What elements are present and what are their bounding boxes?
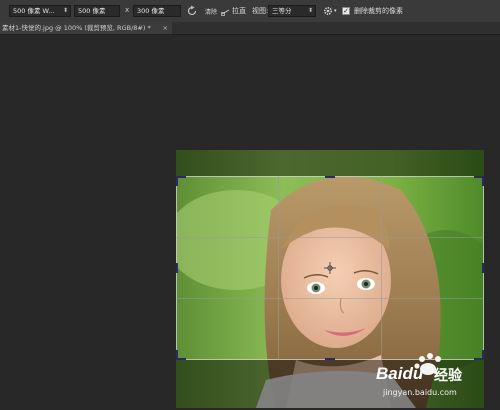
document-tab[interactable]: 素材1-快觉的.jpg @ 100% (裁剪预览, RGB/8#) * × — [0, 22, 172, 34]
view-label: 视图: — [252, 7, 269, 15]
dimension-separator: x — [125, 6, 130, 14]
rotate-icon[interactable] — [186, 5, 198, 17]
chevron-down-icon: ⬍ — [307, 7, 313, 14]
crop-options-bar: 500 像素 W... ⬍ 500 像素 x 300 像素 清除 拉直 视图: … — [0, 0, 500, 23]
crop-shield-top — [176, 150, 484, 176]
close-icon[interactable]: × — [163, 22, 168, 34]
straighten-label[interactable]: 拉直 — [232, 6, 246, 16]
delete-cropped-checkbox[interactable]: ✓ — [342, 7, 350, 15]
baidu-brand: Baidu — [376, 364, 424, 383]
crop-width-input[interactable]: 500 像素 — [74, 5, 120, 17]
delete-cropped-label: 删除裁剪的像素 — [354, 7, 403, 15]
document-tab-bar: 素材1-快觉的.jpg @ 100% (裁剪预览, RGB/8#) * × — [0, 22, 500, 35]
baidu-watermark: Baidu 经验 jingyan.baidu.com — [356, 352, 500, 408]
crop-height-input[interactable]: 300 像素 — [133, 5, 181, 17]
crop-ratio-value: 500 像素 W... — [13, 7, 55, 15]
baidu-url: jingyan.baidu.com — [383, 388, 457, 397]
chevron-down-icon: ⬍ — [62, 7, 68, 14]
gear-icon[interactable] — [322, 5, 334, 17]
overlay-view-select[interactable]: 三等分 ⬍ — [268, 5, 316, 17]
crop-ratio-select[interactable]: 500 像素 W... ⬍ — [9, 5, 71, 17]
crop-width-value: 500 像素 — [78, 7, 106, 15]
crop-height-value: 300 像素 — [137, 7, 165, 15]
document-tab-title: 素材1-快觉的.jpg @ 100% (裁剪预览, RGB/8#) * — [2, 24, 151, 32]
overlay-view-value: 三等分 — [272, 7, 292, 15]
clear-button[interactable]: 清除 — [205, 7, 217, 16]
baidu-brand-cn: 经验 — [434, 368, 462, 384]
chevron-down-icon[interactable]: ▾ — [334, 8, 337, 14]
straighten-icon[interactable] — [221, 7, 230, 16]
